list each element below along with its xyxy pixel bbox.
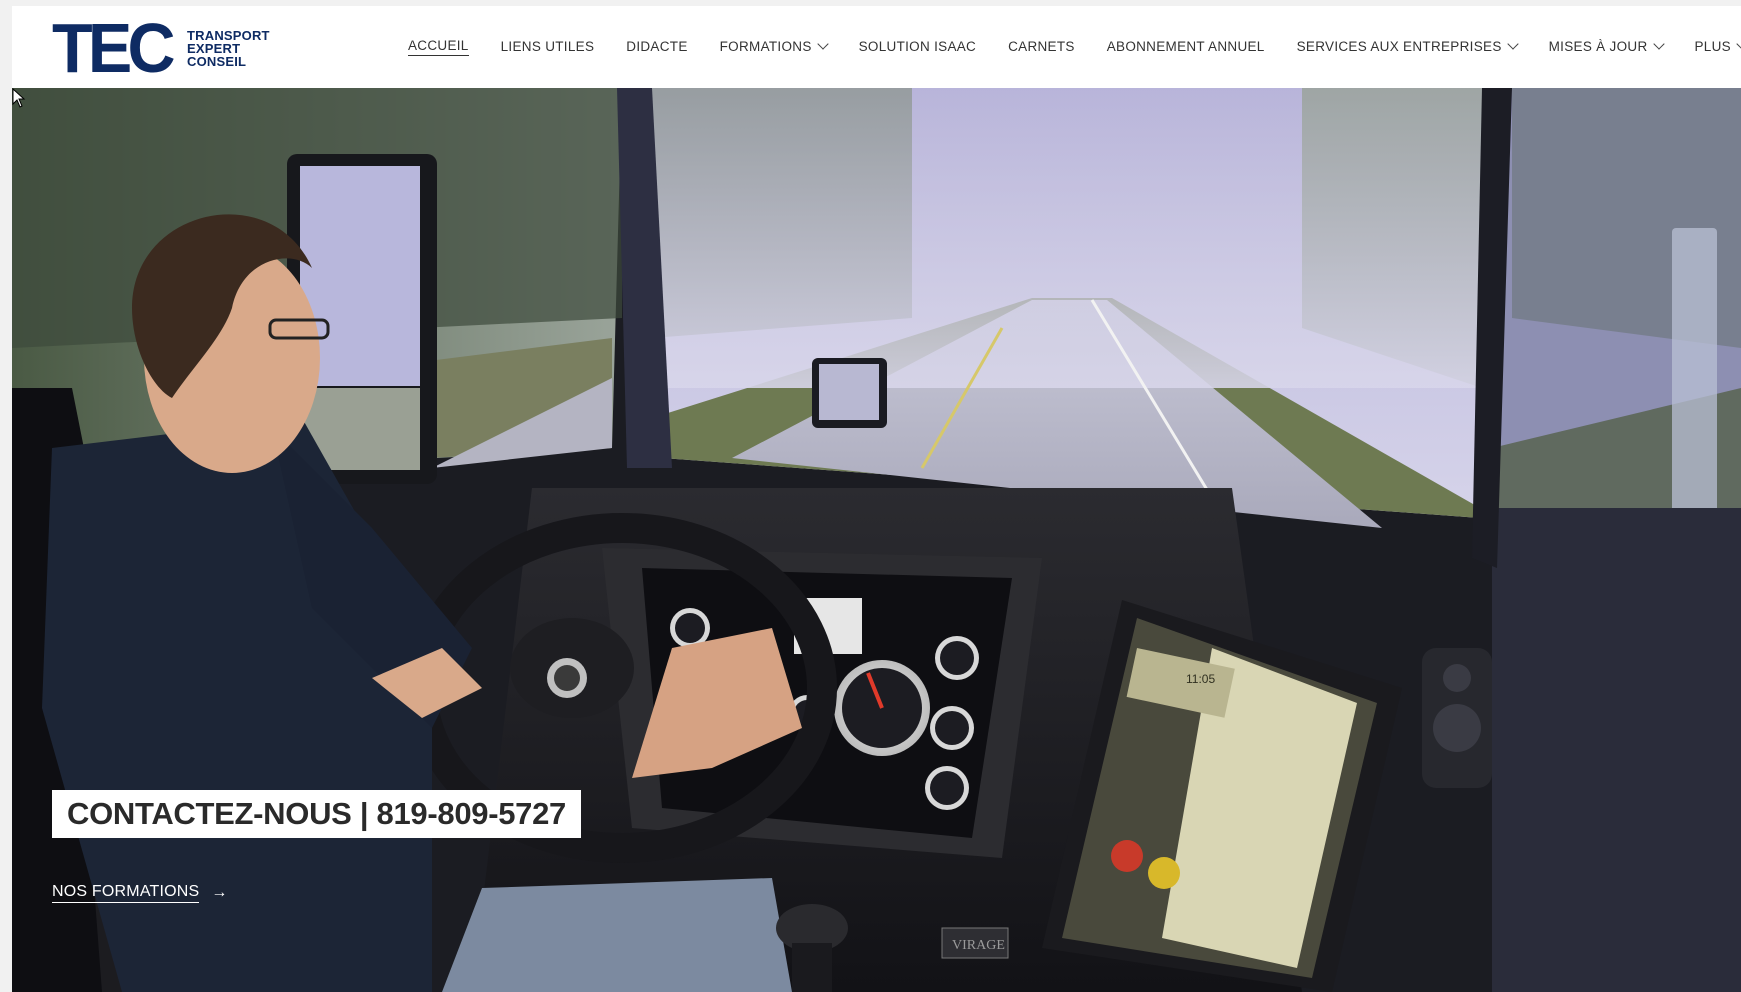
mouse-cursor-icon bbox=[12, 88, 26, 108]
browser-page: TEC TRANSPORT EXPERT CONSEIL ACCUEIL LIE… bbox=[12, 6, 1741, 992]
nav-item-liens-utiles[interactable]: LIENS UTILES bbox=[501, 39, 595, 56]
nav-item-didacte[interactable]: DIDACTE bbox=[626, 39, 687, 56]
nav-label: SERVICES AUX ENTREPRISES bbox=[1296, 38, 1502, 54]
nav-item-accueil[interactable]: ACCUEIL bbox=[408, 38, 469, 56]
nav-label: FORMATIONS bbox=[719, 38, 812, 54]
nav-item-services-aux-entreprises[interactable]: SERVICES AUX ENTREPRISES bbox=[1296, 38, 1519, 56]
site-logo[interactable]: TEC TRANSPORT EXPERT CONSEIL bbox=[52, 9, 272, 87]
center-screen bbox=[642, 88, 1492, 528]
nav-item-mises-a-jour[interactable]: MISES À JOUR bbox=[1548, 38, 1665, 56]
nav-label: ABONNEMENT ANNUEL bbox=[1106, 38, 1265, 54]
contact-banner: CONTACTEZ-NOUS | 819-809-5727 bbox=[52, 790, 581, 838]
nav-label: CARNETS bbox=[1008, 38, 1075, 54]
logo-line-3: CONSEIL bbox=[187, 53, 247, 69]
logo-line-1: TRANSPORT bbox=[187, 27, 270, 43]
chevron-down-icon bbox=[1736, 38, 1741, 50]
nav-item-abonnement-annuel[interactable]: ABONNEMENT ANNUEL bbox=[1107, 39, 1265, 56]
logo-line-2: EXPERT bbox=[187, 40, 241, 56]
chevron-down-icon bbox=[816, 38, 829, 50]
nav-item-plus[interactable]: PLUS bbox=[1694, 38, 1741, 56]
logo-wordmark: TRANSPORT EXPERT CONSEIL bbox=[187, 29, 270, 68]
chevron-down-icon bbox=[1652, 38, 1665, 50]
logo-mark: TEC bbox=[52, 9, 176, 87]
nav-label: DIDACTE bbox=[626, 38, 688, 54]
nav-item-solution-isaac[interactable]: SOLUTION ISAAC bbox=[859, 39, 976, 56]
hero-simulator-image: VIRAGE 11:05 bbox=[12, 88, 1741, 992]
nav-item-formations[interactable]: FORMATIONS bbox=[719, 38, 829, 56]
site-header: TEC TRANSPORT EXPERT CONSEIL ACCUEIL LIE… bbox=[12, 6, 1741, 88]
dash-brand-label: VIRAGE bbox=[952, 938, 1005, 953]
screen-clock: 11:05 bbox=[1186, 672, 1215, 686]
hero-section: VIRAGE 11:05 CONTACTEZ-NOUS | 819-809-57… bbox=[12, 88, 1741, 992]
nos-formations-link[interactable]: NOS FORMATIONS → bbox=[52, 883, 227, 903]
nav-item-carnets[interactable]: CARNETS bbox=[1008, 39, 1075, 56]
nav-label: SOLUTION ISAAC bbox=[858, 38, 977, 54]
nav-label: MISES À JOUR bbox=[1548, 38, 1648, 54]
nav-label: PLUS bbox=[1694, 38, 1731, 54]
nav-label: ACCUEIL bbox=[408, 38, 469, 53]
nos-formations-label: NOS FORMATIONS bbox=[52, 883, 200, 903]
chevron-down-icon bbox=[1506, 38, 1519, 50]
nav-label: LIENS UTILES bbox=[500, 38, 595, 54]
contact-banner-text: CONTACTEZ-NOUS | 819-809-5727 bbox=[67, 796, 566, 831]
arrow-right-icon: → bbox=[211, 884, 228, 901]
main-nav: ACCUEIL LIENS UTILES DIDACTE FORMATIONS … bbox=[408, 6, 1741, 88]
right-screen bbox=[1482, 88, 1741, 992]
